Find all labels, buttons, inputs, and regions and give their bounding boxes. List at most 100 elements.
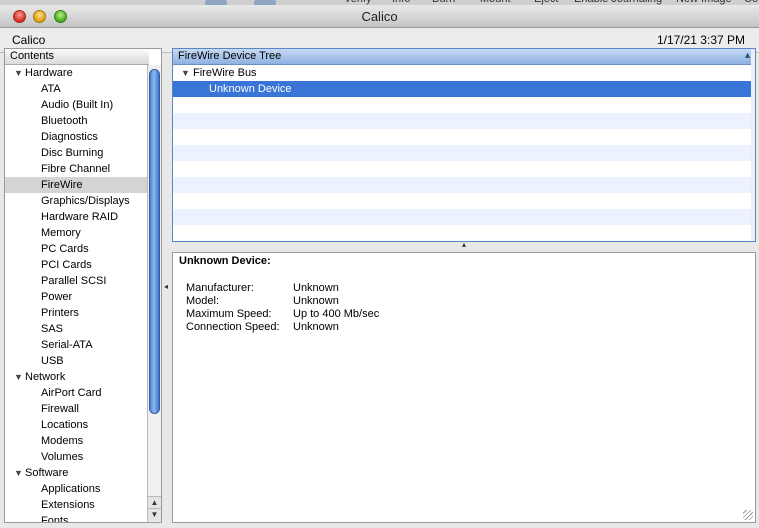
device-tree-row[interactable]: ▼ FireWire Bus (173, 65, 755, 81)
detail-key: Maximum Speed: (186, 308, 272, 320)
sidebar-item-diagnostics[interactable]: Diagnostics (5, 129, 149, 145)
sidebar-item-label: SAS (41, 323, 64, 335)
sidebar-item-label: Serial-ATA (41, 339, 93, 351)
sidebar-splitter-icon[interactable]: ◂ (164, 282, 168, 291)
sidebar-item-label: Memory (41, 227, 81, 239)
sidebar-item-label: FireWire (41, 179, 83, 191)
sidebar-item-serial-ata[interactable]: Serial-ATA (5, 337, 149, 353)
device-tree-rows: ▼ FireWire Bus Unknown Device (173, 65, 755, 241)
sidebar-item-label: Extensions (41, 499, 95, 511)
scroll-down-arrow-icon[interactable]: ▼ (148, 508, 161, 521)
sidebar-item-label: Fonts (41, 515, 69, 523)
device-tree-header-label: FireWire Device Tree (178, 50, 282, 62)
sidebar-item-airport-card[interactable]: AirPort Card (5, 385, 149, 401)
sidebar-item-power[interactable]: Power (5, 289, 149, 305)
sidebar-item-locations[interactable]: Locations (5, 417, 149, 433)
sidebar-item-fibre-channel[interactable]: Fibre Channel (5, 161, 149, 177)
sidebar-item-usb[interactable]: USB (5, 353, 149, 369)
sidebar-item-extensions[interactable]: Extensions (5, 497, 149, 513)
device-tree-panel: FireWire Device Tree ▲ ▼ FireWire Bus Unkn… (172, 48, 756, 242)
detail-value: Unknown (293, 295, 339, 307)
sidebar-item-sas[interactable]: SAS (5, 321, 149, 337)
empty-row (173, 177, 755, 193)
detail-value: Unknown (293, 321, 339, 333)
sidebar-item-disc-burning[interactable]: Disc Burning (5, 145, 149, 161)
empty-row (173, 161, 755, 177)
sidebar-item-hardware[interactable]: ▼ Hardware (5, 65, 149, 81)
empty-row (173, 129, 755, 145)
sidebar-item-volumes[interactable]: Volumes (5, 449, 149, 465)
sidebar-item-memory[interactable]: Memory (5, 225, 149, 241)
tree-scroll-edge (751, 49, 755, 241)
sidebar-item-label: Network (25, 371, 66, 383)
sidebar-item-label: Locations (41, 419, 89, 431)
disclosure-triangle-icon[interactable]: ▼ (181, 65, 190, 81)
device-tree-row-label: Unknown Device (209, 83, 292, 95)
detail-key: Manufacturer: (186, 282, 254, 294)
sidebar-item-label: Applications (41, 483, 101, 495)
sidebar-item-ata[interactable]: ATA (5, 81, 149, 97)
sidebar-item-software[interactable]: ▼ Software (5, 465, 149, 481)
sidebar-item-firewall[interactable]: Firewall (5, 401, 149, 417)
disclosure-triangle-icon[interactable]: ▼ (14, 369, 23, 385)
sidebar-item-label: Hardware RAID (41, 211, 119, 223)
detail-value: Up to 400 Mb/sec (293, 308, 380, 320)
contents-header-label: Contents (10, 50, 55, 62)
sidebar-item-label: Software (25, 467, 69, 479)
sidebar-item-label: Parallel SCSI (41, 275, 107, 287)
detail-title: Unknown Device: (179, 255, 271, 267)
empty-row (173, 113, 755, 129)
sidebar-item-label: PCI Cards (41, 259, 92, 271)
disclosure-triangle-icon[interactable]: ▼ (14, 465, 23, 481)
sidebar-item-firewire[interactable]: FireWire (5, 177, 149, 193)
detail-key: Connection Speed: (186, 321, 280, 333)
device-tree-row[interactable]: Unknown Device (173, 81, 755, 97)
sidebar-item-bluetooth[interactable]: Bluetooth (5, 113, 149, 129)
sidebar-item-label: Modems (41, 435, 84, 447)
sidebar-item-label: Firewall (41, 403, 79, 415)
sidebar-item-hardware-raid[interactable]: Hardware RAID (5, 209, 149, 225)
disclosure-triangle-icon[interactable]: ▼ (14, 65, 23, 81)
app-name: Calico (12, 33, 46, 47)
sidebar-item-parallel-scsi[interactable]: Parallel SCSI (5, 273, 149, 289)
sidebar-item-audio-built-in[interactable]: Audio (Built In) (5, 97, 149, 113)
contents-sidebar: Contents ▼ Hardware ATA Audio (Built In) Blu… (4, 48, 162, 523)
sidebar-item-pci-cards[interactable]: PCI Cards (5, 257, 149, 273)
sidebar-item-label: Disc Burning (41, 147, 104, 159)
contents-list: ▼ Hardware ATA Audio (Built In) Bluetooth Dia… (5, 65, 149, 523)
empty-row (173, 209, 755, 225)
detail-value: Unknown (293, 282, 339, 294)
empty-row (173, 225, 755, 241)
sidebar-item-label: Printers (41, 307, 79, 319)
window-title: Calico (361, 9, 398, 24)
resize-grip-icon[interactable] (743, 510, 753, 520)
sidebar-item-label: PC Cards (41, 243, 89, 255)
sidebar-item-label: Diagnostics (41, 131, 98, 143)
sidebar-item-label: AirPort Card (41, 387, 102, 399)
detail-key: Model: (186, 295, 220, 307)
device-tree-header[interactable]: FireWire Device Tree ▲ (173, 49, 755, 65)
detail-panel: Unknown Device: Manufacturer: Unknown Mode… (172, 252, 756, 523)
sidebar-item-fonts[interactable]: Fonts (5, 513, 149, 523)
sidebar-item-applications[interactable]: Applications (5, 481, 149, 497)
sidebar-item-label: Audio (Built In) (41, 99, 114, 111)
sidebar-item-graphics-displays[interactable]: Graphics/Displays (5, 193, 149, 209)
sidebar-scroll-thumb[interactable] (149, 69, 160, 414)
empty-row (173, 193, 755, 209)
sidebar-item-network[interactable]: ▼ Network (5, 369, 149, 385)
sidebar-item-printers[interactable]: Printers (5, 305, 149, 321)
empty-row (173, 145, 755, 161)
sidebar-item-label: USB (41, 355, 64, 367)
sidebar-item-label: Volumes (41, 451, 84, 463)
timestamp: 1/17/21 3:37 PM (656, 33, 745, 47)
empty-row (173, 97, 755, 113)
sidebar-item-label: Fibre Channel (41, 163, 111, 175)
sidebar-item-label: Graphics/Displays (41, 195, 130, 207)
sidebar-item-modems[interactable]: Modems (5, 433, 149, 449)
sidebar-scrollbar[interactable]: ▲ ▼ (147, 65, 161, 522)
pane-splitter-icon[interactable]: ▴ (462, 240, 466, 249)
sidebar-item-pc-cards[interactable]: PC Cards (5, 241, 149, 257)
title-bar[interactable]: Calico (0, 5, 759, 28)
sidebar-item-label: ATA (41, 83, 61, 95)
contents-header[interactable]: Contents (5, 49, 149, 65)
